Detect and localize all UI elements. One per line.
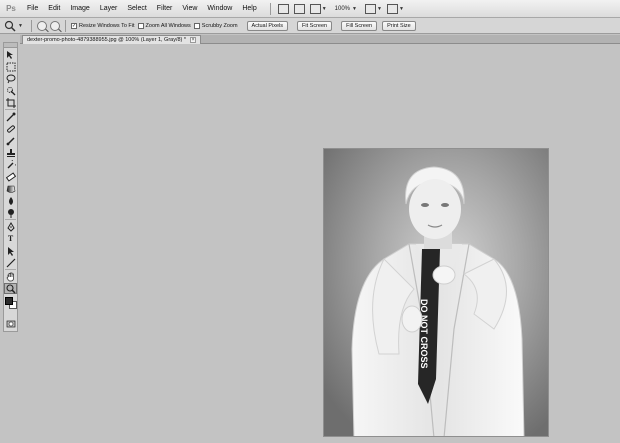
tie-text: DO NOT CROSS — [419, 299, 429, 369]
resize-windows-label: Resize Windows To Fit — [79, 22, 135, 29]
zoom-level-select[interactable]: 100% ▼ — [332, 6, 360, 12]
close-icon[interactable]: × — [190, 37, 197, 43]
actual-pixels-button[interactable]: Actual Pixels — [246, 20, 289, 31]
marquee-tool-icon[interactable] — [4, 61, 17, 72]
gradient-tool-icon[interactable] — [4, 183, 17, 194]
menu-edit[interactable]: Edit — [43, 0, 65, 18]
zoom-out-button[interactable] — [50, 20, 60, 31]
scrubby-zoom-checkbox[interactable]: Scrubby Zoom — [193, 22, 238, 29]
brush-tool-icon[interactable] — [4, 135, 17, 146]
divider — [31, 19, 32, 32]
crop-tool-icon[interactable] — [4, 97, 17, 108]
clone-stamp-tool-icon[interactable] — [4, 147, 17, 158]
document-tab[interactable]: dexter-promo-photo-4879388955.jpg @ 100%… — [22, 35, 202, 44]
quick-mask-icon[interactable] — [4, 318, 17, 329]
zoom-tool-icon — [4, 20, 16, 32]
document-title: dexter-promo-photo-4879388955.jpg @ 100%… — [27, 37, 187, 43]
blur-tool-icon[interactable] — [4, 195, 17, 206]
menu-view[interactable]: View — [177, 0, 202, 18]
color-swatches[interactable] — [4, 295, 17, 317]
type-tool-icon[interactable]: T — [4, 233, 17, 244]
tools-panel: T — [3, 42, 18, 332]
dodge-tool-icon[interactable] — [4, 207, 17, 218]
divider — [5, 269, 16, 270]
portrait-image: DO NOT CROSS — [324, 149, 548, 436]
app-logo: Ps — [6, 4, 16, 13]
checkbox-box — [193, 22, 200, 29]
foreground-color-swatch[interactable] — [5, 297, 13, 305]
menu-filter[interactable]: Filter — [152, 0, 178, 18]
print-size-button[interactable]: Print Size — [382, 20, 416, 31]
zoom-level-value: 100% — [334, 5, 351, 12]
zoom-all-windows-label: Zoom All Windows — [145, 22, 191, 29]
checkbox-box — [137, 22, 144, 29]
launch-bridge-icon[interactable] — [277, 3, 289, 15]
hand-tool-icon[interactable] — [4, 271, 17, 282]
application-bar-icons: ▼ 100% ▼ ▼ ▼ — [268, 2, 404, 15]
menu-window[interactable]: Window — [202, 0, 237, 18]
menu-file[interactable]: File — [22, 0, 43, 18]
view-extras-icon[interactable]: ▼ — [309, 3, 327, 15]
divider — [5, 109, 16, 110]
quick-select-tool-icon[interactable] — [4, 85, 17, 96]
healing-brush-tool-icon[interactable] — [4, 123, 17, 134]
fill-screen-button[interactable]: Fill Screen — [341, 20, 378, 31]
launch-minibridge-icon[interactable] — [293, 3, 305, 15]
screen-mode-icon[interactable]: ▼ — [386, 3, 404, 15]
divider — [269, 2, 271, 15]
lasso-tool-icon[interactable] — [4, 73, 17, 84]
eyedropper-tool-icon[interactable] — [4, 111, 17, 122]
divider — [65, 19, 66, 32]
panel-grip[interactable] — [4, 43, 17, 48]
tool-preset-picker[interactable]: ▼ — [4, 20, 26, 32]
line-tool-icon[interactable] — [4, 257, 17, 268]
move-tool-icon[interactable] — [4, 49, 17, 60]
zoom-tool-icon[interactable] — [4, 283, 17, 294]
path-selection-tool-icon[interactable] — [4, 245, 17, 256]
zoom-all-windows-checkbox[interactable]: Zoom All Windows — [137, 22, 191, 29]
options-bar: ▼ ✓ Resize Windows To Fit Zoom All Windo… — [0, 18, 620, 34]
document-tab-bar: dexter-promo-photo-4879388955.jpg @ 100%… — [20, 35, 620, 44]
zoom-in-button[interactable] — [37, 20, 47, 31]
document-canvas[interactable]: DO NOT CROSS — [20, 45, 620, 443]
eraser-tool-icon[interactable] — [4, 171, 17, 182]
history-brush-tool-icon[interactable] — [4, 159, 17, 170]
divider — [5, 219, 16, 220]
arrange-documents-icon[interactable]: ▼ — [364, 3, 382, 15]
menu-select[interactable]: Select — [122, 0, 151, 18]
fit-screen-button[interactable]: Fit Screen — [297, 20, 333, 31]
menu-bar: Ps File Edit Image Layer Select Filter V… — [0, 0, 620, 18]
checkmark-icon: ✓ — [71, 22, 77, 29]
inverted-portrait-photo: DO NOT CROSS — [323, 148, 549, 437]
pen-tool-icon[interactable] — [4, 221, 17, 232]
menu-image[interactable]: Image — [65, 0, 94, 18]
resize-windows-checkbox[interactable]: ✓ Resize Windows To Fit — [71, 22, 135, 29]
scrubby-zoom-label: Scrubby Zoom — [201, 22, 238, 29]
menu-layer[interactable]: Layer — [95, 0, 123, 18]
chevron-down-icon: ▼ — [18, 22, 23, 29]
menu-help[interactable]: Help — [237, 0, 261, 18]
